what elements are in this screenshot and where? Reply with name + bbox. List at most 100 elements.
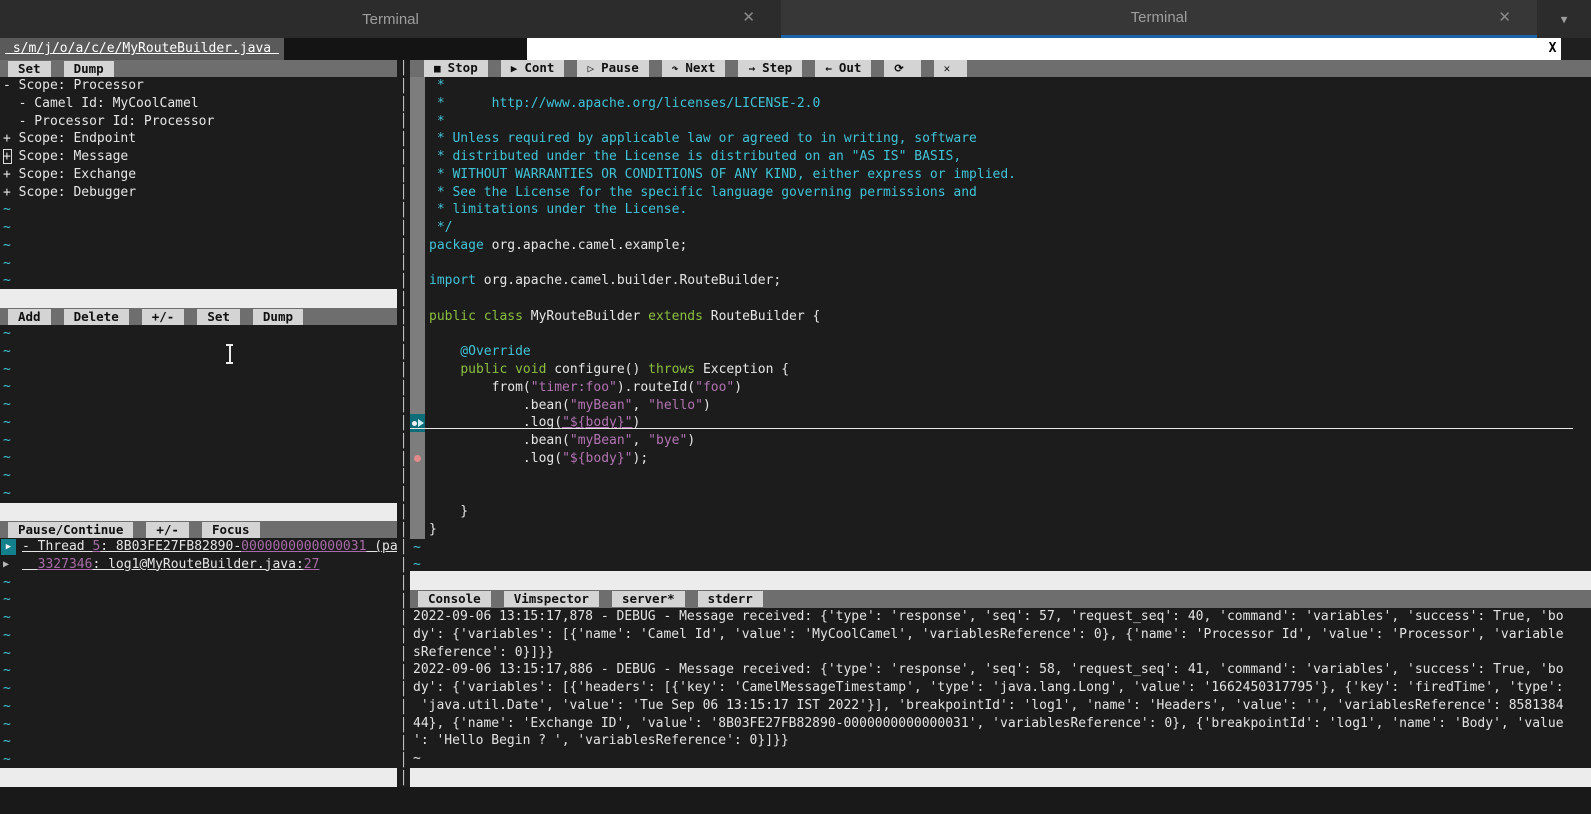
empty-line-tilde: ~ [0,201,397,219]
terminal-tab-2-title: Terminal [1131,9,1188,26]
winbar-button-pause[interactable]: ▷Pause [577,60,648,77]
empty-line-tilde: ~ [410,539,1591,557]
sign-column [410,361,425,379]
winbar-button-focus[interactable]: Focus [202,522,260,538]
winbar-button-delete[interactable]: Delete [64,309,129,325]
code-line[interactable]: .bean("myBean", "hello") [410,397,1591,415]
button-icon: ✕ [944,62,951,75]
log-line: ': 'Hello Begin ? ', 'variablesReference… [410,732,1591,750]
stop-icon: ■ [434,62,441,75]
variables-row[interactable]: + Scope: Endpoint [0,130,397,148]
stack-frame-row[interactable]: ▶- Thread 5: 8B03FE27FB82890-00000000000… [0,538,397,556]
winbar-button-dump[interactable]: Dump [64,61,114,77]
variables-row[interactable]: - Scope: Processor [0,77,397,95]
stack-frame-row[interactable]: ▶ 3327346: log1@MyRouteBuilder.java:27 [0,556,397,574]
code-line[interactable]: * distributed under the License is distr… [410,148,1591,166]
terminal-tab-2[interactable]: Terminal ✕ [781,0,1537,38]
code-line[interactable]: * limitations under the License. [410,201,1591,219]
code-line[interactable] [410,326,1591,344]
window-separator[interactable]: │ │ │ │ │ │ │ │ │ │ │ │ │ │ │ │ │ │ │ │ … [397,60,410,787]
code-line[interactable]: * [410,113,1591,131]
vim-commandline[interactable] [0,787,1591,814]
sign-column [410,148,425,166]
empty-line-tilde: ~ [410,556,1591,571]
winbar-button-cont[interactable]: ▶Cont [501,60,565,77]
empty-line-tilde: ~ [0,219,397,237]
variables-row[interactable]: - Processor Id: Processor [0,113,397,131]
code-line[interactable] [410,485,1591,503]
winbar-button-icon[interactable]: +/- [142,309,185,325]
log-line: 44}, {'name': 'Exchange ID', 'value': '8… [410,715,1591,733]
winbar-button-out[interactable]: ←Out [815,60,871,77]
tabline-corner [1561,38,1591,60]
empty-line-tilde: ~ [0,237,397,255]
variables-row[interactable]: + Scope: Message [0,148,397,166]
terminal-tab-1[interactable]: Terminal ✕ [0,0,781,38]
variables-row[interactable]: - Camel Id: MyCoolCamel [0,95,397,113]
empty-line-tilde: ~ [0,680,397,698]
sign-column [410,272,425,290]
winbar-button-icon[interactable]: ⟳ [884,60,920,77]
code-line[interactable]: * WITHOUT WARRANTIES OR CONDITIONS OF AN… [410,166,1591,184]
sign-column [410,290,425,308]
code-line[interactable]: } [410,521,1591,539]
empty-line-tilde: ~ [0,627,397,645]
empty-line-tilde: ~ [0,609,397,627]
code-line[interactable]: public class MyRouteBuilder extends Rout… [410,308,1591,326]
winbar-button-set[interactable]: Set [197,309,240,325]
code-line[interactable]: * See the License for the specific langu… [410,184,1591,202]
winbar-button-stderr[interactable]: stderr [698,591,763,607]
code-line[interactable]: * Unless required by applicable law or a… [410,130,1591,148]
winbar-button-icon[interactable]: +/- [146,522,189,538]
code-line[interactable]: * [410,77,1591,95]
current-position-sign[interactable] [410,414,425,432]
winbar-button-next[interactable]: ↷Next [662,60,726,77]
code-line[interactable]: */ [410,219,1591,237]
mouse-cursor [224,344,235,364]
code-line[interactable]: } [410,503,1591,521]
code-line[interactable]: .bean("myBean", "bye") [410,432,1591,450]
winbar-button-dump[interactable]: Dump [253,309,303,325]
winbar-button-stop[interactable]: ■Stop [424,60,488,77]
vim-tab-file[interactable]: s/m/j/o/a/c/e/MyRouteBuilder.java [0,38,284,60]
vim-tabline: s/m/j/o/a/c/e/MyRouteBuilder.java 5vimsp… [0,38,1591,60]
code-line[interactable] [410,468,1591,486]
terminal-tab-close-icon[interactable]: ✕ [742,10,755,26]
breakpoint-sign[interactable] [410,450,425,468]
terminal-tab-dropdown-button[interactable]: ▼ [1537,0,1591,38]
code-line[interactable]: package org.apache.camel.example; [410,237,1591,255]
tabline-close-button[interactable]: X [1544,38,1561,60]
console-winbar: Console Vimspector server* stderr [410,590,1591,608]
sign-column [410,326,425,344]
code-line[interactable]: @Override [410,343,1591,361]
sign-column [410,397,425,415]
terminal-titlebar: Terminal ✕ Terminal ✕ ▼ [0,0,1591,38]
winbar-button-step[interactable]: →Step [738,60,802,77]
code-line[interactable] [410,290,1591,308]
variables-row[interactable]: + Scope: Exchange [0,166,397,184]
vim-tab-variables[interactable]: 5vimspector.Variables [284,38,527,60]
sign-column [410,166,425,184]
code-line[interactable]: .log("${body}"); [410,450,1591,468]
instruction-pointer-icon [418,419,424,427]
code-line[interactable]: public void configure() throws Exception… [410,361,1591,379]
winbar-button-console[interactable]: Console [418,591,491,607]
variables-row[interactable]: + Scope: Debugger [0,184,397,202]
code-line[interactable]: import org.apache.camel.builder.RouteBui… [410,272,1591,290]
winbar-button-vimspector[interactable]: Vimspector [504,591,599,607]
winbar-button-set[interactable]: Set [8,61,51,77]
breakpoint-icon [414,455,421,462]
code-line[interactable]: from("timer:foo").routeId("foo") [410,379,1591,397]
step-icon: → [748,62,755,75]
empty-line-tilde: ~ [0,378,397,396]
watches-window: ~~~~~~~~~~ [0,325,397,503]
code-line-current[interactable]: .log("${body}") [410,414,1591,432]
terminal-tab-2-close-icon[interactable]: ✕ [1498,10,1511,26]
winbar-button-icon[interactable]: ✕ [934,60,968,77]
code-line[interactable]: * http://www.apache.org/licenses/LICENSE… [410,95,1591,113]
winbar-button-server[interactable]: server* [612,591,685,607]
empty-line-tilde: ~ [0,662,397,680]
winbar-button-pause-continue[interactable]: Pause/Continue [8,522,133,538]
winbar-button-add[interactable]: Add [8,309,51,325]
code-line[interactable] [410,255,1591,273]
